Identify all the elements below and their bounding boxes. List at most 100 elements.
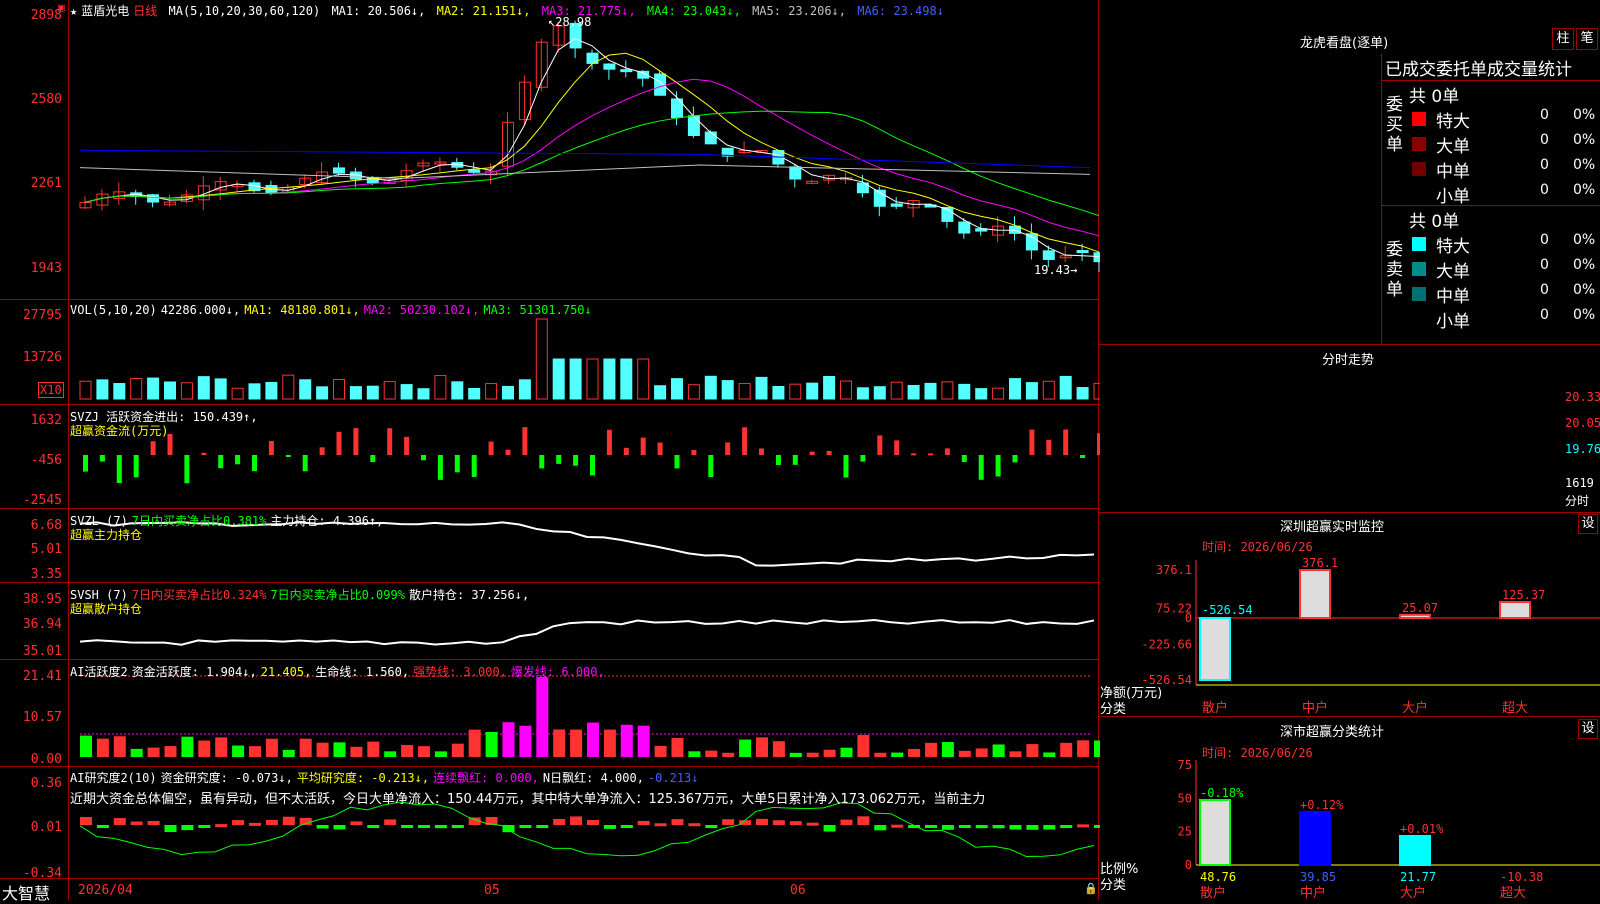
order-percent: 0% <box>1573 232 1596 248</box>
sell-order-total: 共 0单 <box>1409 212 1460 232</box>
research-bar <box>113 818 126 825</box>
research-bar <box>418 825 430 828</box>
bar-mode-button[interactable]: 柱 <box>1552 28 1574 50</box>
ai-research-axis-tick: 0.36 <box>30 776 62 791</box>
intraday-axis-tick: 19.76 <box>1565 442 1600 456</box>
activity-bar <box>637 725 650 757</box>
capital-flow-bar <box>150 441 156 455</box>
vol-header: VOL(5,10,20) 42286.000↓, MA1: 48180.801↓, M… <box>70 303 596 317</box>
candle-body <box>620 69 633 73</box>
monitor-bar <box>1399 613 1431 619</box>
activity-bar <box>840 747 853 757</box>
activity-bar <box>874 752 887 757</box>
price-axis-tick: 1943 <box>30 261 62 276</box>
activity-bar <box>739 739 752 757</box>
capital-flow-bar <box>944 448 950 455</box>
activity-bar <box>587 722 599 757</box>
capital-flow-bar <box>640 437 646 455</box>
capital-flow-bar <box>573 455 579 466</box>
research-bar <box>772 820 785 825</box>
activity-bar <box>756 737 768 757</box>
moving-average-line <box>79 149 1091 169</box>
kline-chart-canvas[interactable] <box>0 0 1100 900</box>
activity-bar <box>401 744 414 757</box>
candle-body <box>1042 250 1055 260</box>
capital-flow-bar <box>928 453 933 456</box>
monitor-bar-label: 125.37 <box>1502 588 1545 602</box>
intraday-vol-tick: 1619 <box>1565 476 1594 490</box>
capital-flow-bar <box>522 427 528 455</box>
capital-flow-bar <box>454 455 460 473</box>
activity-bar <box>282 749 295 757</box>
volume-bar <box>197 376 210 400</box>
research-bar <box>401 825 414 828</box>
activity-bar <box>705 750 718 757</box>
vol-title: VOL(5,10,20) <box>70 303 157 317</box>
order-size-label: 大单 <box>1436 137 1470 157</box>
capital-flow-bar <box>792 455 798 465</box>
candle-body <box>704 131 717 145</box>
activity-bar <box>671 737 684 757</box>
capital-flow-bar <box>99 455 105 462</box>
activity-bar <box>553 729 566 757</box>
buy-order-total: 共 0单 <box>1409 87 1460 107</box>
activity-bar <box>1077 740 1090 757</box>
classify-value-label: 21.77 <box>1400 870 1436 884</box>
ai-activity-b: 21.405, <box>260 665 312 679</box>
volume-bar <box>147 377 160 400</box>
research-bar <box>958 825 971 828</box>
classify-axis-tick: 0 <box>1185 858 1192 872</box>
order-size-label: 小单 <box>1436 312 1470 332</box>
research-bar <box>874 825 887 831</box>
capital-flow-bar <box>1063 429 1069 455</box>
research-bar <box>688 823 701 827</box>
svsh-subtitle: 超赢散户持仓 <box>70 602 143 616</box>
activity-bar <box>249 746 261 757</box>
svzl-axis-tick: 5.01 <box>30 542 62 557</box>
research-bar <box>536 825 549 828</box>
research-bar <box>992 825 1005 829</box>
volume-bar <box>840 380 852 400</box>
price-panel-header: ★ 蓝盾光电 日线 MA(5,10,20,30,60,120) MA1: 20.50… <box>70 2 948 19</box>
capital-flow-bar <box>606 429 612 455</box>
favorite-star-icon[interactable]: ★ <box>70 4 77 18</box>
price-axis-tick: 2898 <box>30 8 62 23</box>
classify-diff-label: +0.01% <box>1400 822 1444 836</box>
activity-bar <box>941 742 954 757</box>
activity-bar <box>198 740 211 757</box>
capital-flow-bar <box>184 455 190 484</box>
candle-body <box>958 221 971 234</box>
capital-flow-bar <box>133 455 139 478</box>
monitor-settings-button[interactable]: 设 <box>1578 514 1598 534</box>
research-bar <box>620 825 633 828</box>
volume-bar <box>485 383 498 400</box>
ai-strong-line: 强势线: 3.000, <box>413 665 507 679</box>
classify-bar <box>1199 798 1231 867</box>
activity-bar <box>232 745 245 757</box>
monitor-category: 超大 <box>1502 701 1528 716</box>
ai-activity-axis-tick: 10.57 <box>22 710 62 725</box>
volume-bar <box>907 384 920 400</box>
svzl-subtitle: 超赢主力持仓 <box>70 528 143 542</box>
candle-body <box>468 169 481 173</box>
activity-bar <box>536 677 549 757</box>
activity-bar <box>806 752 819 757</box>
capital-flow-bar <box>268 441 274 455</box>
research-bar <box>739 820 752 825</box>
order-count: 0 <box>1540 157 1549 173</box>
classify-settings-button[interactable]: 设 <box>1578 719 1598 739</box>
tick-mode-button[interactable]: 笔 <box>1576 28 1598 50</box>
research-bar <box>130 821 143 825</box>
period-label[interactable]: 日线 <box>133 4 157 18</box>
volume-bar <box>1042 380 1055 400</box>
activity-bar <box>418 746 430 757</box>
order-count: 0 <box>1540 257 1549 273</box>
stock-name[interactable]: 蓝盾光电 <box>81 4 129 18</box>
activity-bar <box>147 747 160 757</box>
svsh-net-ratio-a: 7日内买卖净占比0.324% <box>131 588 267 602</box>
order-count: 0 <box>1540 282 1549 298</box>
capital-flow-bar <box>1029 429 1035 455</box>
research-bar <box>925 825 937 828</box>
lock-icon[interactable]: 🔒 <box>1084 882 1098 895</box>
capital-flow-bar <box>437 455 443 480</box>
